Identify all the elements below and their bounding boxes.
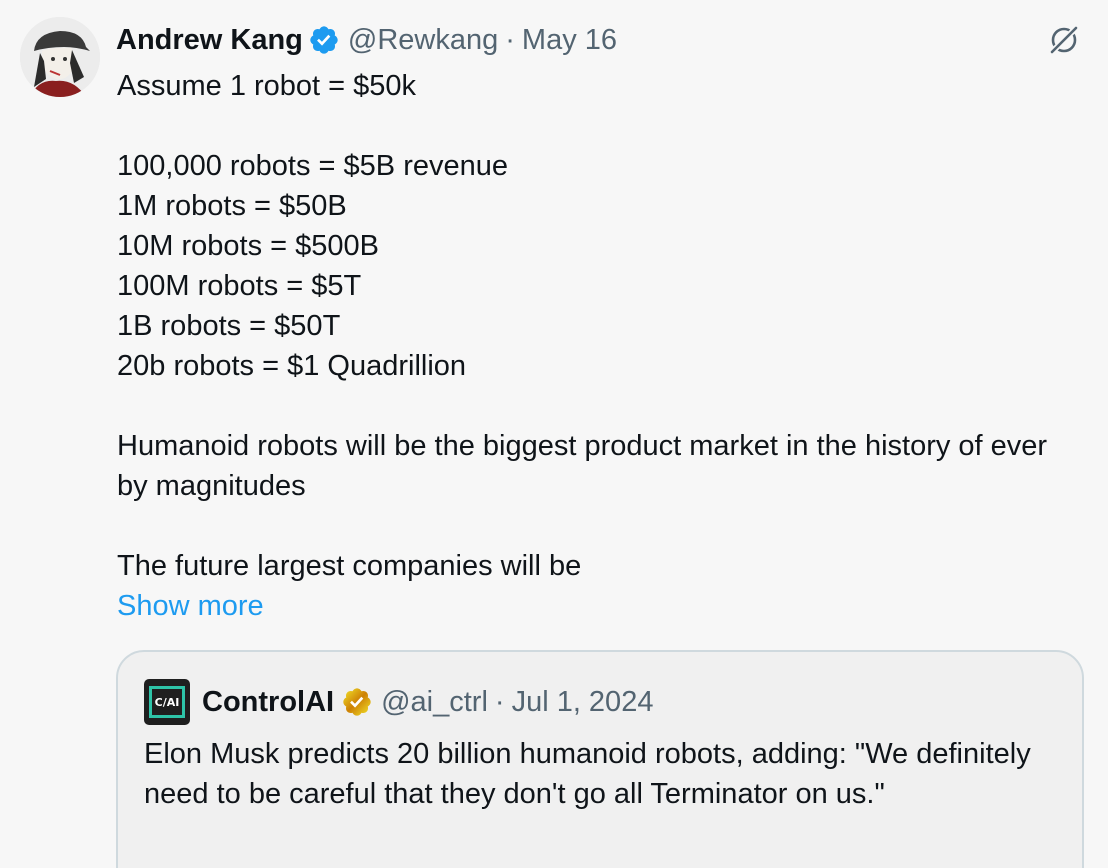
grok-button[interactable]	[1046, 22, 1082, 58]
tweet-header: Andrew Kang @Rewkang · May 16	[116, 20, 617, 60]
avatar[interactable]	[20, 17, 100, 97]
quote-avatar-logo: C/AI	[149, 686, 185, 718]
quote-date[interactable]: Jul 1, 2024	[512, 686, 654, 719]
tweet-line: Assume 1 robot = $50k	[117, 70, 417, 102]
quote-avatar[interactable]: C/AI	[144, 679, 190, 725]
author-handle[interactable]: @Rewkang	[348, 20, 498, 60]
quoted-tweet[interactable]: C/AI ControlAI @ai_ctrl · Jul 1, 2024 El…	[116, 650, 1084, 868]
tweet-line: The future largest companies will be	[117, 550, 582, 582]
separator-dot: ·	[505, 24, 515, 56]
tweet-line: 100M robots = $5T	[117, 270, 362, 302]
avatar-image	[20, 17, 100, 97]
tweet-line: Humanoid robots will be the biggest prod…	[117, 430, 1048, 502]
grok-icon	[1048, 24, 1080, 56]
tweet-line: 10M robots = $500B	[117, 230, 379, 262]
tweet-line: 100,000 robots = $5B revenue	[117, 150, 508, 182]
quote-author-name[interactable]: ControlAI	[202, 686, 334, 719]
tweet-line: 1B robots = $50T	[117, 310, 341, 342]
tweet-line: 1M robots = $50B	[117, 190, 347, 222]
quote-text: Elon Musk predicts 20 billion humanoid r…	[144, 738, 1031, 810]
separator-dot: ·	[494, 685, 505, 718]
tweet-date[interactable]: May 16	[522, 20, 617, 60]
show-more-link[interactable]: Show more	[117, 586, 1077, 626]
tweet-line: 20b robots = $1 Quadrillion	[117, 350, 467, 382]
tweet-text: Assume 1 robot = $50k 100,000 robots = $…	[117, 66, 1077, 626]
gold-verified-badge-icon[interactable]	[341, 686, 373, 718]
verified-badge-icon[interactable]	[308, 24, 340, 56]
quote-header: C/AI ControlAI @ai_ctrl · Jul 1, 2024	[144, 679, 654, 725]
author-name[interactable]: Andrew Kang	[116, 20, 303, 60]
quote-author-handle[interactable]: @ai_ctrl	[381, 686, 488, 719]
